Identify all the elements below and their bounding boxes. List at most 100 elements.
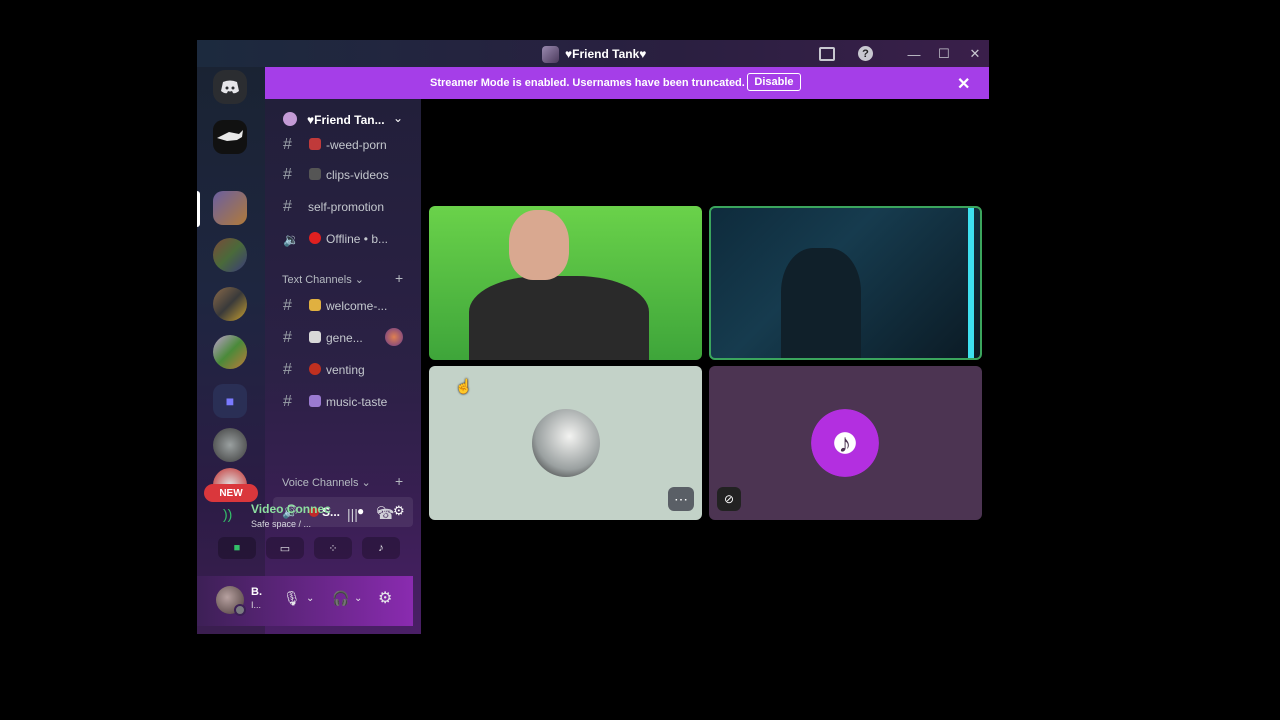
channel-emoji <box>309 138 321 150</box>
chevron-down-icon[interactable]: ⌄ <box>354 593 362 604</box>
wave-emoji <box>309 299 321 311</box>
folder-icon[interactable]: ■ <box>213 384 247 418</box>
microphone-icon[interactable]: 🎙 <box>283 590 301 607</box>
status-dot <box>309 232 321 244</box>
window-title: ♥Friend Tank♥ <box>542 45 646 63</box>
channel-emoji <box>309 168 321 180</box>
channel-item[interactable]: # -weed-porn <box>265 132 421 156</box>
chevron-down-icon: ⌄ <box>393 111 404 125</box>
server-folder-icon[interactable] <box>213 335 247 369</box>
hash-icon: # <box>283 166 292 183</box>
server-friend-tank-icon[interactable] <box>213 191 247 225</box>
camera-icon: ■ <box>233 542 241 554</box>
channel-label: Offline • b... <box>326 232 389 246</box>
server-avatar-icon[interactable] <box>213 428 247 462</box>
channel-item[interactable]: # welcome-... <box>265 293 421 317</box>
help-icon[interactable]: ? <box>858 46 873 61</box>
banner-close-icon[interactable]: ✕ <box>957 74 970 94</box>
selected-pill <box>197 191 200 227</box>
category-label: Voice Channels <box>282 477 359 489</box>
video-tile[interactable] <box>429 206 702 360</box>
server-folder-icon[interactable] <box>213 287 247 321</box>
server-shark-icon[interactable] <box>213 120 247 154</box>
voice-status-panel: )) Video Connec Safe space / ... ||| ☎ ■… <box>197 490 421 570</box>
maximize-icon[interactable]: ☐ <box>934 44 954 64</box>
inbox-icon[interactable] <box>819 47 835 61</box>
channel-label: clips-videos <box>326 168 389 182</box>
soundboard-button[interactable]: ♪ <box>362 537 400 559</box>
music-bot-avatar: ♪ <box>811 409 879 477</box>
disconnect-icon[interactable]: ☎ <box>377 506 394 523</box>
add-channel-icon[interactable]: + <box>395 270 403 286</box>
video-hidden-icon[interactable]: ⊘ <box>717 487 741 511</box>
server-folder-icon[interactable] <box>213 238 247 272</box>
channel-item[interactable]: # gene... <box>265 325 421 349</box>
category-label: Text Channels <box>282 274 352 286</box>
noise-suppression-icon[interactable]: ||| <box>347 506 358 522</box>
signal-icon[interactable]: )) <box>223 506 232 522</box>
status-indicator <box>234 604 246 616</box>
server-icon <box>542 45 559 63</box>
camera-button[interactable]: ■ <box>218 537 256 559</box>
title-bar: ♥Friend Tank♥ ? — ☐ ✕ <box>197 40 989 67</box>
hash-icon: # <box>283 393 292 410</box>
streamer-mode-banner: Streamer Mode is enabled. Usernames have… <box>265 67 989 99</box>
speaker-icon: 🔉 <box>283 232 300 247</box>
channel-item[interactable]: # self-promotion <box>265 194 421 218</box>
channel-emoji <box>309 331 321 343</box>
voice-status-subtitle[interactable]: Safe space / ... <box>251 519 311 529</box>
led-light <box>968 208 974 358</box>
headphones-icon[interactable]: 🎧 <box>332 590 349 607</box>
screen-share-button[interactable]: ▭ <box>266 537 304 559</box>
channel-emoji <box>309 363 321 375</box>
channel-item[interactable]: 🔉 Offline • b... <box>265 226 421 250</box>
disable-button[interactable]: Disable <box>747 73 801 91</box>
category-header[interactable]: Text Channels ⌄ <box>282 273 364 286</box>
more-options-button[interactable]: ⋯ <box>668 487 694 511</box>
channel-label: venting <box>326 363 365 377</box>
activities-icon: ⁘ <box>328 542 338 555</box>
screen-share-icon: ▭ <box>279 542 291 555</box>
close-icon[interactable]: ✕ <box>965 44 985 64</box>
participant-video <box>469 276 649 360</box>
channel-label: gene... <box>326 331 363 345</box>
hash-icon: # <box>283 361 292 378</box>
window-title-text: ♥Friend Tank♥ <box>565 47 647 61</box>
music-emoji <box>309 395 321 407</box>
discord-home-icon[interactable] <box>213 70 247 104</box>
banner-text: Streamer Mode is enabled. Usernames have… <box>430 77 745 89</box>
channel-label: -weed-porn <box>326 138 387 152</box>
video-tile[interactable]: ♪ ⊘ <box>709 366 982 520</box>
hash-icon: # <box>283 136 292 153</box>
channel-label: self-promotion <box>308 200 385 214</box>
participant-video <box>509 210 569 280</box>
user-status-text: I... <box>251 600 262 610</box>
channel-item[interactable]: # venting <box>265 357 421 381</box>
hash-icon: # <box>283 297 292 314</box>
category-header[interactable]: Voice Channels ⌄ <box>282 476 371 489</box>
gear-icon[interactable]: ⚙ <box>378 588 392 608</box>
username[interactable]: B. <box>251 586 262 598</box>
hand-cursor-icon: ☝ <box>455 378 473 394</box>
voice-status-title: Video Connec <box>251 502 331 516</box>
soundboard-icon: ♪ <box>378 542 384 554</box>
user-panel: B. I... 🎙 ⌄ 🎧 ⌄ ⚙ <box>197 576 413 626</box>
member-avatar <box>385 328 403 346</box>
activities-button[interactable]: ⁘ <box>314 537 352 559</box>
video-tile-speaking[interactable] <box>709 206 982 360</box>
participant-avatar <box>532 409 600 477</box>
channel-label: music-taste <box>326 395 388 409</box>
discord-window: ♥Friend Tank♥ ? — ☐ ✕ ■ NEW Streamer Mod… <box>197 40 989 634</box>
chevron-down-icon[interactable]: ⌄ <box>306 593 314 604</box>
channel-item[interactable]: # music-taste <box>265 389 421 413</box>
music-note-icon: ♪ <box>838 427 852 458</box>
participant-video <box>781 248 861 358</box>
guild-name: ♥Friend Tan... <box>307 113 385 127</box>
hash-icon: # <box>283 198 292 215</box>
guild-icon <box>283 112 297 126</box>
minimize-icon[interactable]: — <box>904 44 924 64</box>
channel-item[interactable]: # clips-videos <box>265 162 421 186</box>
hash-icon: # <box>283 329 292 346</box>
channel-label: welcome-... <box>326 299 388 313</box>
add-channel-icon[interactable]: + <box>395 473 403 489</box>
